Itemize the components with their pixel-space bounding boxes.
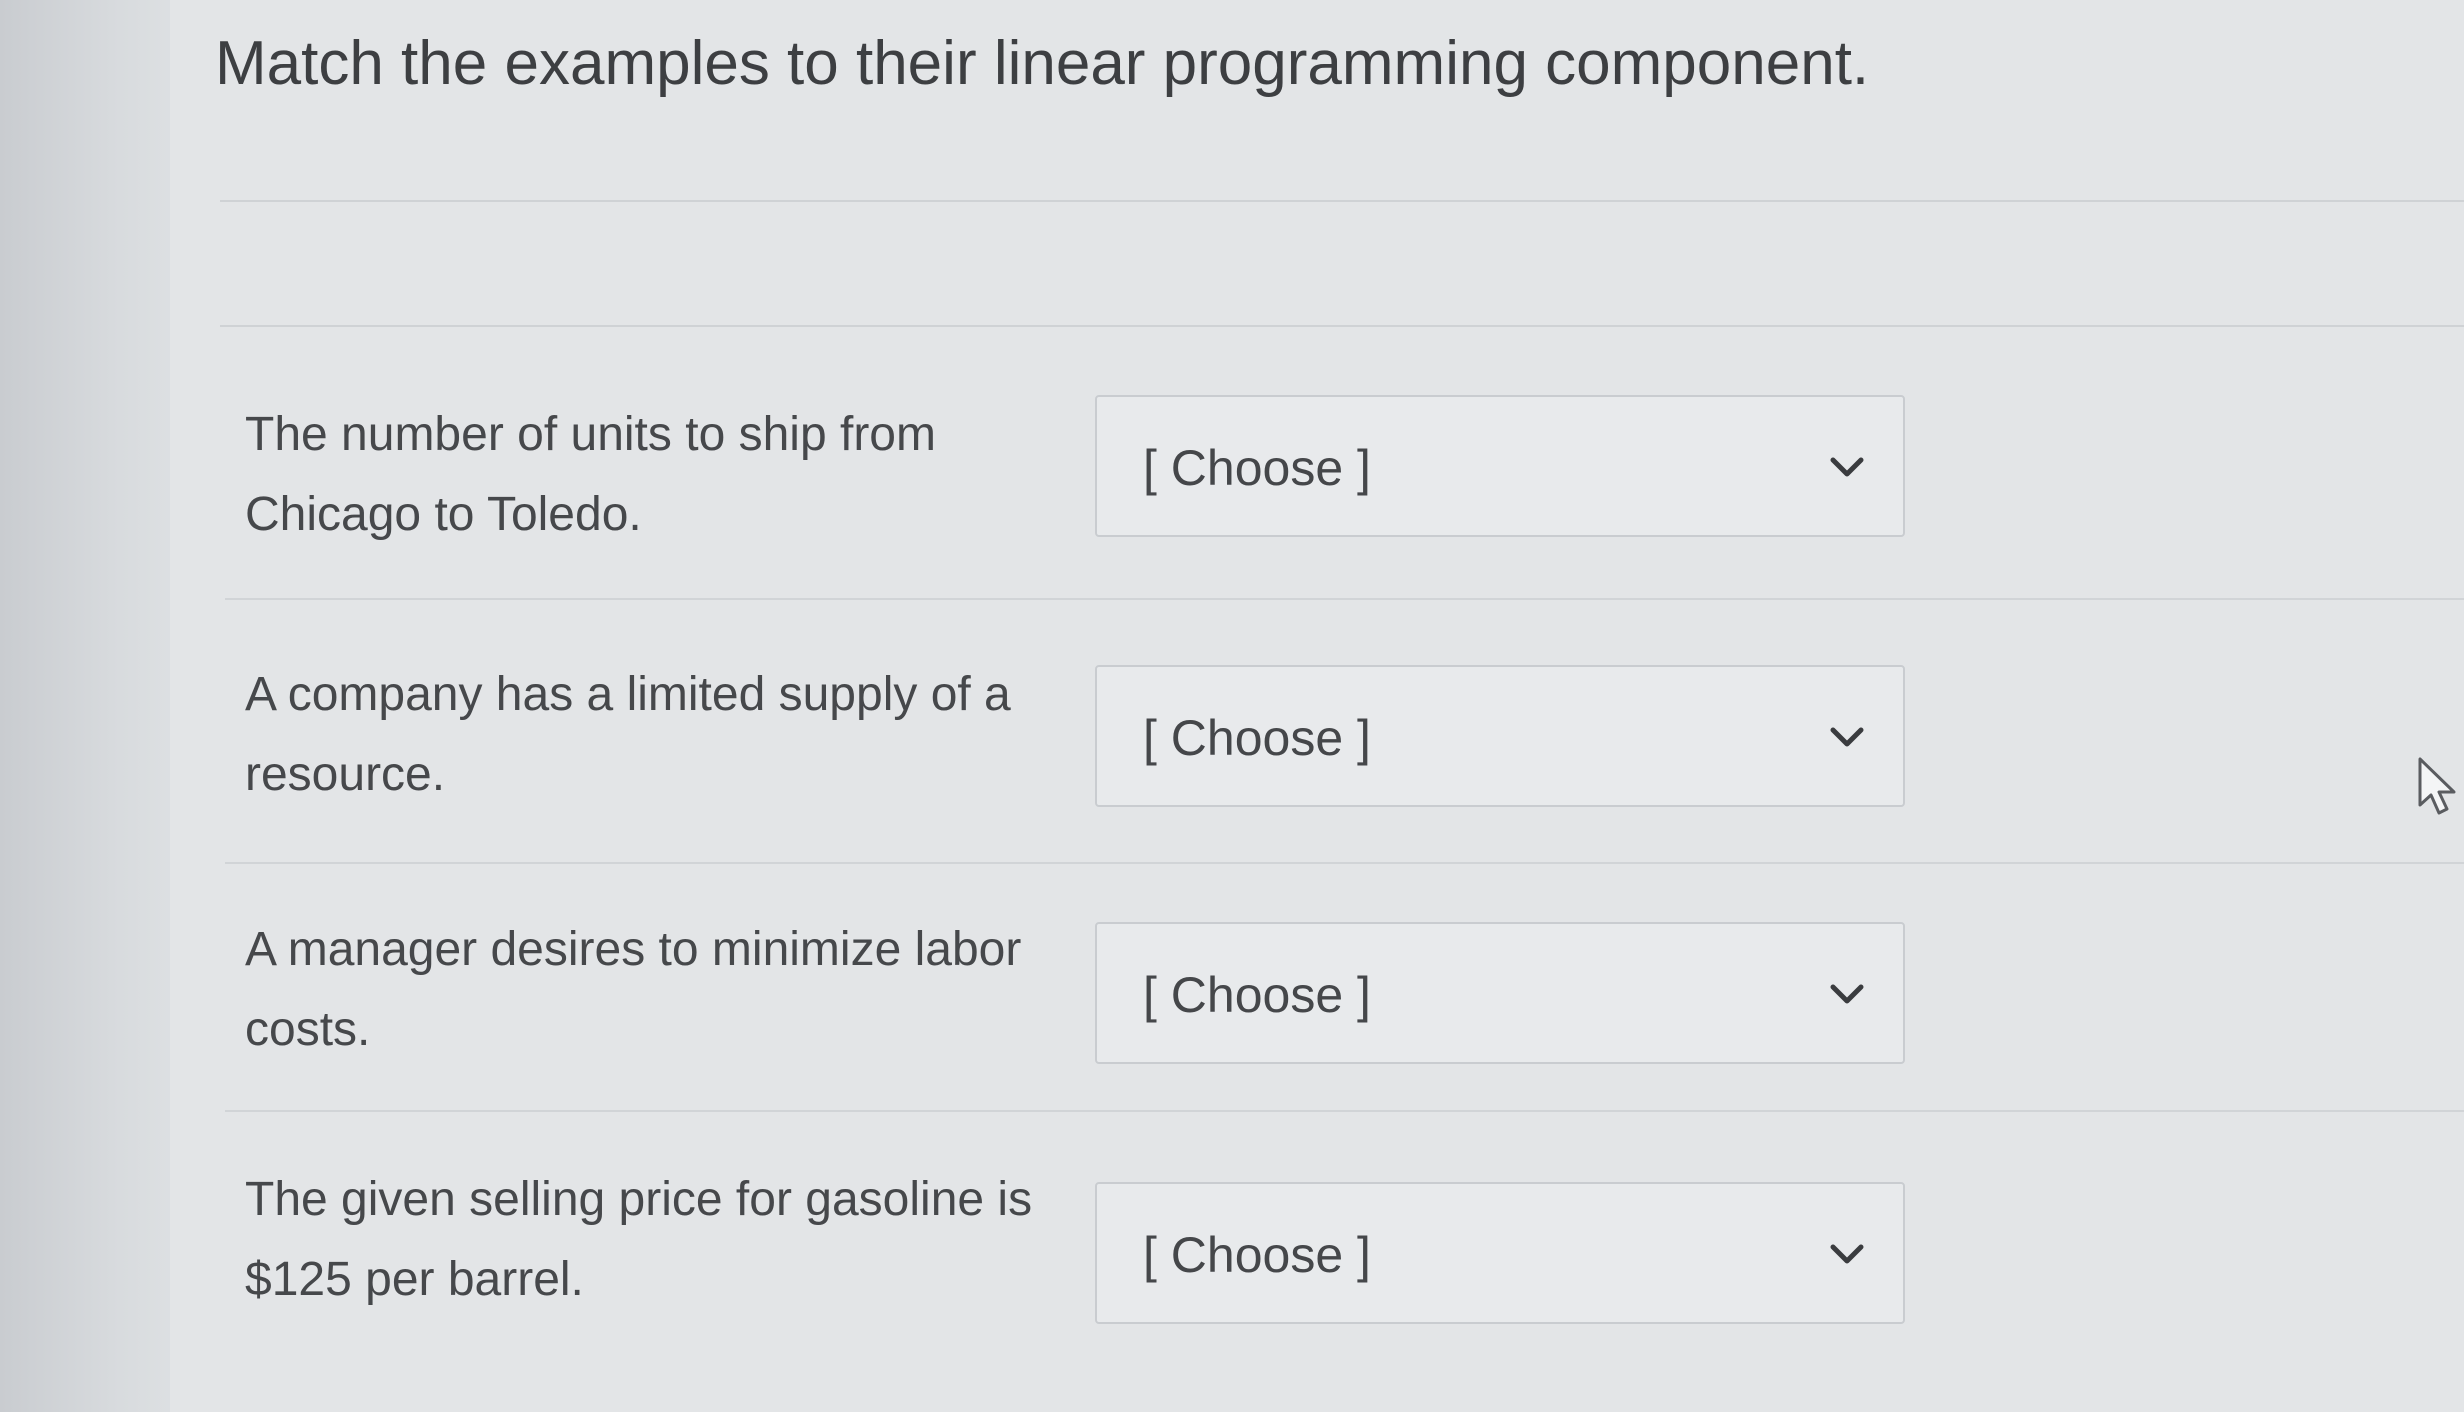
match-prompt: The number of units to ship from Chicago… <box>245 395 1085 555</box>
chevron-down-icon <box>1830 727 1864 747</box>
row-divider <box>225 598 2464 600</box>
dropdown-selected-value: [ Choose ] <box>1143 440 1371 496</box>
match-prompt: A company has a limited supply of a reso… <box>245 655 1085 815</box>
prompt-line: The given selling price for gasoline is <box>245 1173 1033 1226</box>
prompt-line: Chicago to Toledo. <box>245 488 642 541</box>
dropdown-selected-value: [ Choose ] <box>1143 967 1371 1023</box>
answer-dropdown[interactable]: [ Choose ] <box>1095 665 1905 807</box>
chevron-down-icon <box>1830 984 1864 1004</box>
screen: Match the examples to their linear progr… <box>0 0 2464 1412</box>
chevron-down-icon <box>1830 457 1864 477</box>
question-title: Match the examples to their linear progr… <box>215 29 1870 98</box>
prompt-line: $125 per barrel. <box>245 1253 584 1306</box>
answer-dropdown[interactable]: [ Choose ] <box>1095 395 1905 537</box>
answer-dropdown[interactable]: [ Choose ] <box>1095 1182 1905 1324</box>
mouse-pointer-icon <box>2418 757 2456 815</box>
chevron-down-icon <box>1830 1244 1864 1264</box>
row-divider <box>225 862 2464 864</box>
prompt-line: The number of units to ship from <box>245 408 936 461</box>
row-divider <box>225 1110 2464 1112</box>
answer-dropdown[interactable]: [ Choose ] <box>1095 922 1905 1064</box>
dropdown-selected-value: [ Choose ] <box>1143 1227 1371 1283</box>
prompt-line: A company has a limited supply of a <box>245 668 1011 721</box>
dropdown-selected-value: [ Choose ] <box>1143 710 1371 766</box>
match-prompt: The given selling price for gasoline is … <box>245 1160 1085 1320</box>
prompt-line: costs. <box>245 1003 371 1056</box>
divider <box>220 325 2464 327</box>
prompt-line: resource. <box>245 748 446 801</box>
divider <box>220 200 2464 202</box>
prompt-line: A manager desires to minimize labor <box>245 923 1022 976</box>
match-prompt: A manager desires to minimize labor cost… <box>245 910 1085 1070</box>
